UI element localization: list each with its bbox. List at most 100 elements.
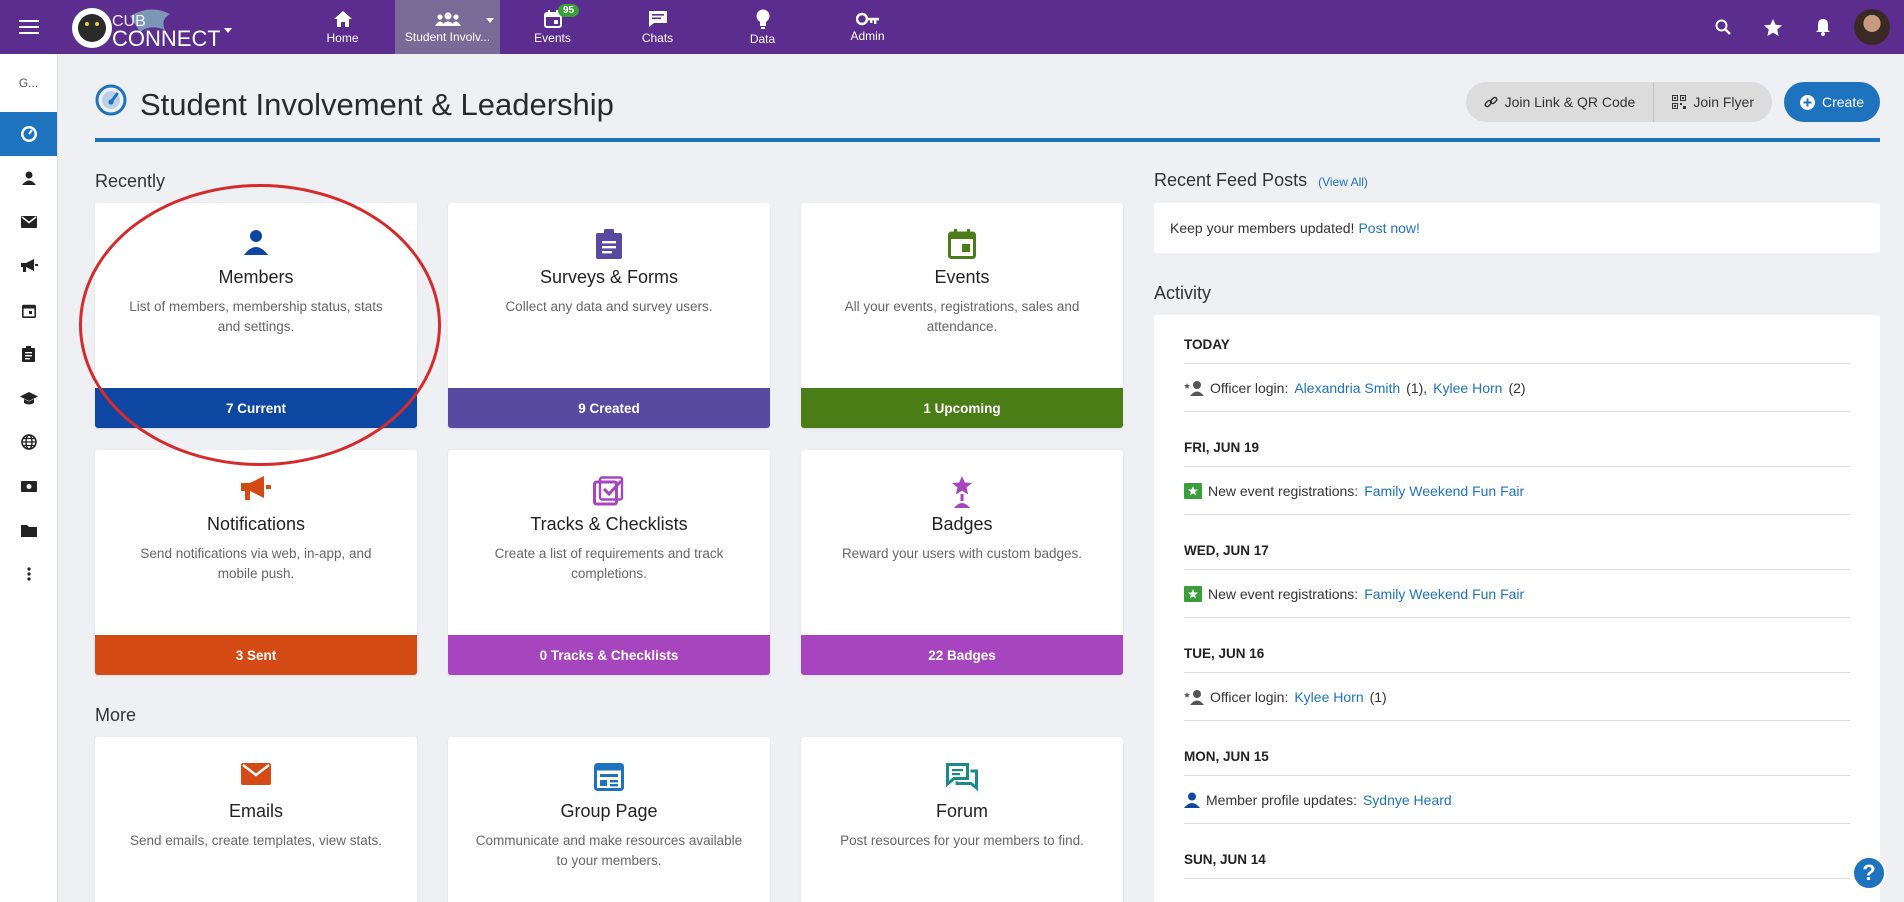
- card-title: Notifications: [206, 514, 306, 534]
- officer-icon: [1184, 381, 1204, 396]
- sidebar-item-events[interactable]: [0, 288, 57, 332]
- events-card[interactable]: Events All your events, registrations, s…: [801, 203, 1123, 428]
- person-icon: [21, 171, 36, 185]
- activity-day: TUE, JUN 16 Officer login: Kylee Horn (1…: [1170, 624, 1864, 727]
- forum-chat-icon: [801, 763, 1123, 793]
- join-link-button[interactable]: Join Link & QR Code: [1466, 82, 1654, 122]
- sidebar-item-group-page[interactable]: [0, 420, 57, 464]
- activity-user-link[interactable]: Sydnye Heard: [1363, 792, 1452, 808]
- surveys-card[interactable]: Surveys & Forms Collect any data and sur…: [448, 203, 770, 428]
- feed-text: Keep your members updated!: [1170, 220, 1355, 236]
- sidebar-item-forms[interactable]: [0, 332, 57, 376]
- card-title: Group Page: [560, 801, 658, 821]
- sidebar-item-members[interactable]: [0, 156, 57, 200]
- activity-prefix: New event registrations:: [1208, 586, 1359, 602]
- members-card[interactable]: Members List of members, membership stat…: [95, 203, 417, 428]
- group-page-card[interactable]: Group Page Communicate and make resource…: [448, 737, 770, 902]
- graduation-cap-icon: [19, 391, 38, 404]
- activity-day: SUN, JUN 14: [1170, 830, 1864, 902]
- sidebar-item-more[interactable]: [0, 552, 57, 596]
- activity-count: (1): [1369, 689, 1387, 705]
- sidebar-item-tracks[interactable]: [0, 376, 57, 420]
- activity-date: MON, JUN 15: [1184, 749, 1850, 776]
- dashboard-icon: [95, 84, 127, 121]
- nav-events[interactable]: 95 Events: [500, 0, 605, 54]
- chevron-down-icon[interactable]: [486, 18, 494, 23]
- sidebar-item-notifications[interactable]: [0, 244, 57, 288]
- star-icon[interactable]: [1748, 0, 1798, 54]
- nav-admin[interactable]: Admin: [815, 0, 920, 54]
- emails-card[interactable]: Emails Send emails, create templates, vi…: [95, 737, 417, 902]
- chevron-down-icon[interactable]: [224, 20, 232, 38]
- post-now-link[interactable]: Post now!: [1358, 220, 1419, 236]
- page-header: Student Involvement & Leadership Join Li…: [95, 80, 1880, 142]
- qr-code-icon: [1672, 95, 1687, 109]
- activity-event-link[interactable]: Family Weekend Fun Fair: [1364, 483, 1524, 499]
- activity-day: FRI, JUN 19 New event registrations: Fam…: [1170, 418, 1864, 521]
- nav-student-involvement[interactable]: Student Involv...: [395, 0, 500, 54]
- sidebar-org-label[interactable]: G...: [0, 54, 57, 112]
- nav-label: Home: [326, 30, 359, 45]
- card-description: List of members, membership status, stat…: [129, 299, 383, 334]
- card-footer[interactable]: 22 Badges: [801, 635, 1123, 675]
- nav-data[interactable]: Data: [710, 0, 815, 54]
- nav-chats[interactable]: Chats: [605, 0, 710, 54]
- sidebar-item-dashboard[interactable]: [0, 112, 57, 156]
- app-logo[interactable]: CUB CONNECT: [70, 2, 220, 52]
- sidebar-item-finances[interactable]: [0, 464, 57, 508]
- bell-icon[interactable]: [1798, 0, 1848, 54]
- activity-heading: Activity: [1154, 283, 1212, 303]
- calendar-icon: [21, 304, 36, 318]
- nav-label: Data: [749, 31, 776, 46]
- help-button[interactable]: ?: [1852, 856, 1886, 890]
- feed-title: Recent Feed Posts: [1154, 170, 1308, 190]
- card-title: Members: [218, 267, 294, 287]
- event-ticket-icon: [1184, 483, 1202, 499]
- forum-card[interactable]: Forum Post resources for your members to…: [801, 737, 1123, 902]
- card-title: Surveys & Forms: [539, 267, 679, 287]
- activity-row: New event registrations: Family Weekend …: [1184, 467, 1850, 515]
- svg-text:CONNECT: CONNECT: [112, 26, 220, 51]
- create-button[interactable]: Create: [1783, 82, 1880, 122]
- activity-day: TODAY Officer login: Alexandria Smith (1…: [1170, 315, 1864, 418]
- card-footer[interactable]: 0 Tracks & Checklists: [448, 635, 770, 675]
- person-icon: [95, 229, 417, 259]
- trophy-star-icon: [801, 476, 1123, 508]
- sidebar-item-files[interactable]: [0, 508, 57, 552]
- card-footer[interactable]: 1 Upcoming: [801, 388, 1123, 428]
- person-icon: [1184, 792, 1200, 808]
- notifications-card[interactable]: Notifications Send notifications via web…: [95, 450, 417, 675]
- activity-event-link[interactable]: Family Weekend Fun Fair: [1364, 586, 1524, 602]
- activity-date: SUN, JUN 14: [1184, 852, 1850, 879]
- more-vertical-icon: [26, 567, 31, 581]
- activity-row: Officer login: Alexandria Smith (1), Kyl…: [1184, 364, 1850, 412]
- tracks-card[interactable]: Tracks & Checklists Create a list of req…: [448, 450, 770, 675]
- card-footer[interactable]: 3 Sent: [95, 635, 417, 675]
- menu-icon[interactable]: [0, 0, 58, 54]
- sidebar-item-emails[interactable]: [0, 200, 57, 244]
- view-all-link[interactable]: (View All): [1318, 175, 1368, 189]
- event-ticket-icon: [1184, 586, 1202, 602]
- activity-user-link[interactable]: Kylee Horn: [1433, 380, 1502, 396]
- activity-user-link[interactable]: Kylee Horn: [1294, 689, 1363, 705]
- activity-prefix: Member profile updates:: [1206, 792, 1357, 808]
- card-footer[interactable]: 9 Created: [448, 388, 770, 428]
- activity-count: (2): [1508, 380, 1526, 396]
- card-footer[interactable]: 7 Current: [95, 388, 417, 428]
- card-title: Badges: [931, 514, 993, 534]
- user-avatar[interactable]: [1854, 9, 1890, 45]
- join-link-label: Join Link & QR Code: [1504, 94, 1636, 110]
- megaphone-icon: [20, 259, 38, 272]
- activity-prefix: Officer login:: [1210, 689, 1289, 705]
- join-flyer-button[interactable]: Join Flyer: [1653, 82, 1772, 122]
- nav-home[interactable]: Home: [290, 0, 395, 54]
- card-title: Emails: [228, 801, 283, 821]
- money-icon: [20, 480, 37, 492]
- nav-label: Admin: [850, 28, 885, 43]
- badges-card[interactable]: Badges Reward your users with custom bad…: [801, 450, 1123, 675]
- search-icon[interactable]: [1698, 0, 1748, 54]
- activity-date: TUE, JUN 16: [1184, 646, 1850, 673]
- activity-user-link[interactable]: Alexandria Smith: [1294, 380, 1400, 396]
- activity-prefix: New event registrations:: [1208, 483, 1359, 499]
- activity-count: (1),: [1406, 380, 1428, 396]
